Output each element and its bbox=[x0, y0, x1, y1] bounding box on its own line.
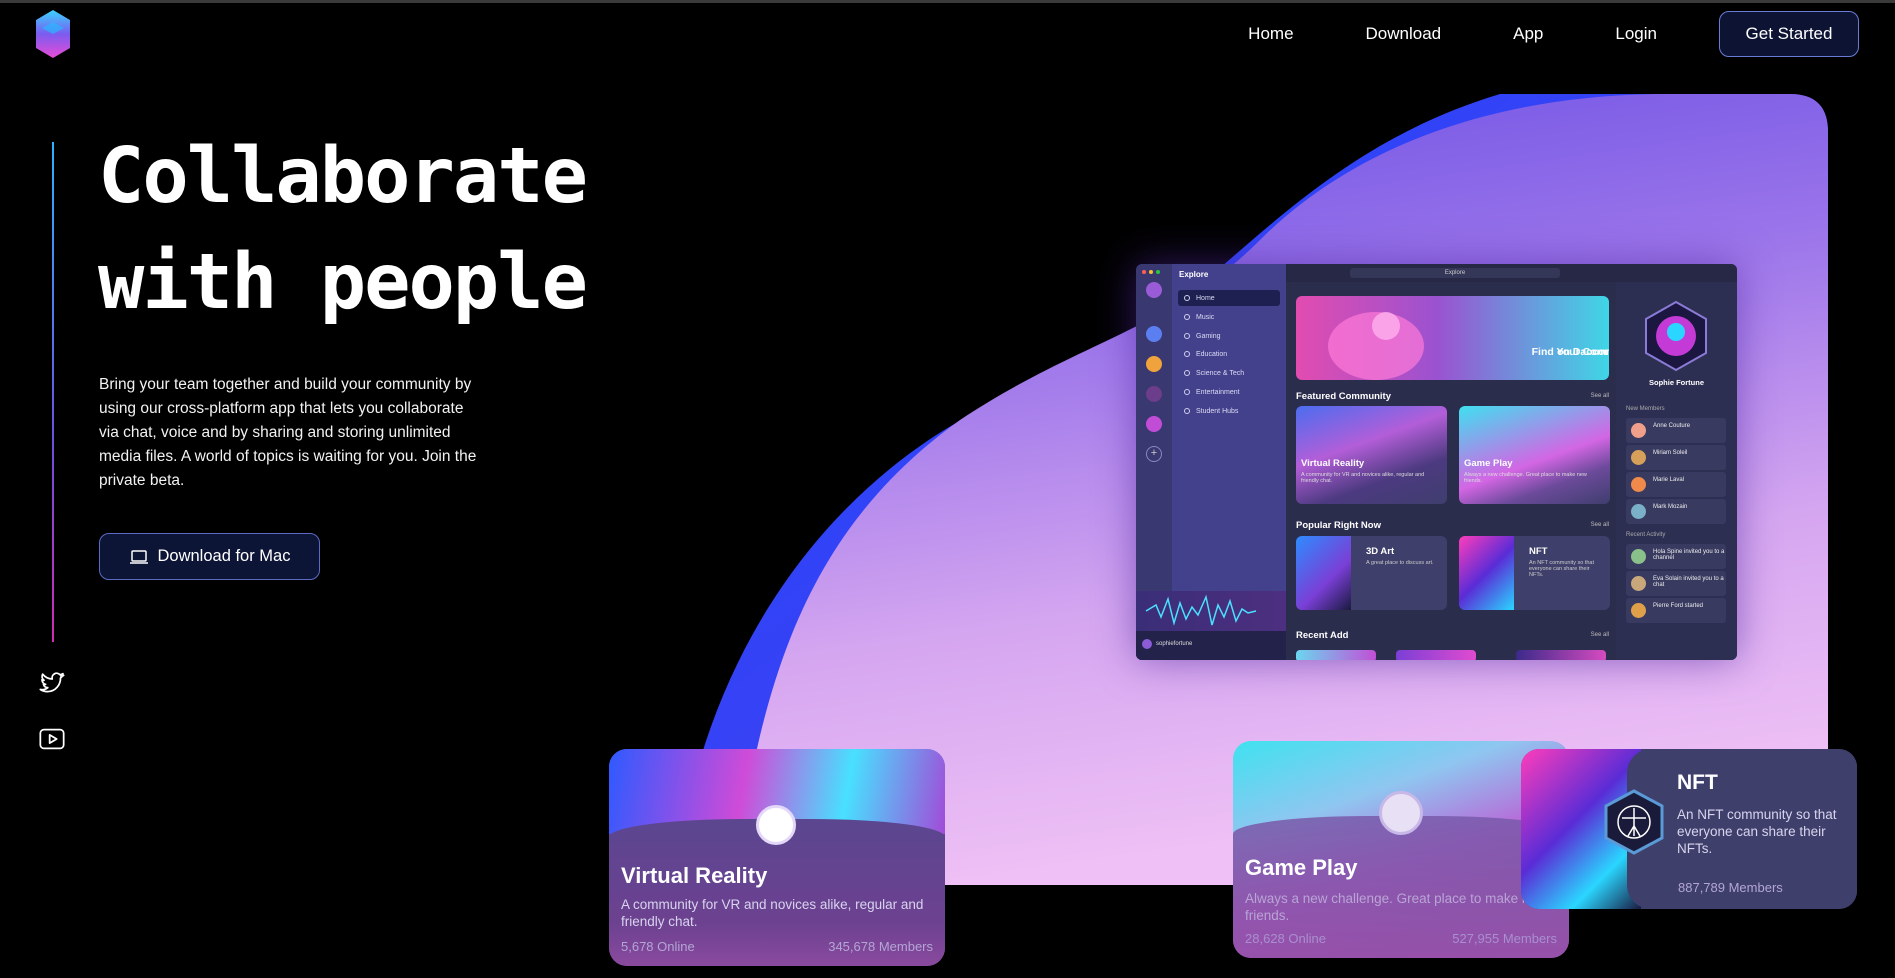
sidebar-item-music[interactable]: Music bbox=[1178, 309, 1280, 325]
community-banner[interactable]: Find Your Communityon Daccord bbox=[1296, 296, 1609, 380]
get-started-button[interactable]: Get Started bbox=[1719, 11, 1859, 57]
vr-member-count: 345,678 Members bbox=[828, 939, 933, 954]
member-row[interactable]: Marie Laval bbox=[1626, 472, 1726, 497]
explore-main: Explore Find Your Communityon Daccord Fe… bbox=[1286, 264, 1737, 660]
recent-activity-title: Recent Activity bbox=[1626, 532, 1666, 538]
nft-card-title: NFT bbox=[1677, 771, 1718, 794]
logo-icon[interactable] bbox=[36, 10, 70, 58]
activity-row[interactable]: Eva Solain invited you to a chat bbox=[1626, 571, 1726, 596]
twitter-icon[interactable] bbox=[38, 669, 66, 697]
game-online-count: 28,628 Online bbox=[1245, 931, 1326, 946]
see-all-link[interactable]: See all bbox=[1591, 632, 1609, 638]
nav-download[interactable]: Download bbox=[1366, 24, 1442, 44]
server-icon[interactable] bbox=[1146, 356, 1162, 372]
add-server-icon[interactable]: + bbox=[1146, 446, 1162, 462]
sidebar-item-science-tech[interactable]: Science & Tech bbox=[1178, 365, 1280, 381]
member-row[interactable]: Anne Couture bbox=[1626, 418, 1726, 443]
server-icon[interactable] bbox=[1146, 282, 1162, 298]
nft-avatar-icon bbox=[1604, 789, 1664, 855]
member-row[interactable]: Mark Mozain bbox=[1626, 499, 1726, 524]
profile-panel: Sophie Fortune New Members Anne Couture … bbox=[1616, 282, 1737, 660]
virtual-reality-card[interactable]: Virtual Reality A community for VR and n… bbox=[609, 749, 945, 966]
new-members-title: New Members bbox=[1626, 406, 1665, 412]
app-preview-window: + Explore Home Music Gaming Education Sc… bbox=[1136, 264, 1737, 660]
user-bar: sophiefortune bbox=[1136, 631, 1286, 660]
vr-card-description: A community for VR and novices alike, re… bbox=[621, 897, 924, 929]
activity-row[interactable]: Pierre Ford started bbox=[1626, 598, 1726, 623]
laptop-icon bbox=[129, 549, 148, 564]
nav-app[interactable]: App bbox=[1513, 24, 1543, 44]
game-member-count: 527,955 Members bbox=[1452, 931, 1557, 946]
hero-description: Bring your team together and build your … bbox=[99, 376, 477, 489]
profile-avatar[interactable] bbox=[1640, 300, 1712, 372]
vr-card-title: Virtual Reality bbox=[621, 863, 768, 888]
member-row[interactable]: Miriam Soleil bbox=[1626, 445, 1726, 470]
decorative-vertical-line bbox=[52, 142, 54, 642]
see-all-link[interactable]: See all bbox=[1591, 393, 1609, 399]
youtube-icon[interactable] bbox=[38, 725, 66, 753]
activity-row[interactable]: Hola Spine invited you to a channel bbox=[1626, 544, 1726, 569]
profile-name: Sophie Fortune bbox=[1649, 378, 1704, 387]
server-icon[interactable] bbox=[1146, 326, 1162, 342]
popular-section-title: Popular Right Now bbox=[1296, 520, 1381, 531]
vr-online-count: 5,678 Online bbox=[621, 939, 695, 954]
sidebar-item-gaming[interactable]: Gaming bbox=[1178, 328, 1280, 344]
sidebar-item-entertainment[interactable]: Entertainment bbox=[1178, 384, 1280, 400]
voice-waveform bbox=[1136, 591, 1286, 631]
game-card-title: Game Play bbox=[1245, 855, 1358, 880]
game-avatar bbox=[1379, 791, 1423, 835]
sidebar-item-student-hubs[interactable]: Student Hubs bbox=[1178, 403, 1280, 419]
search-input[interactable]: Explore bbox=[1350, 268, 1560, 278]
recent-section-title: Recent Add bbox=[1296, 630, 1349, 641]
hero-title: Collaborate with people bbox=[98, 132, 588, 327]
sidebar-item-home[interactable]: Home bbox=[1178, 290, 1280, 306]
featured-card[interactable]: Game Play Always a new challenge. Great … bbox=[1459, 406, 1610, 504]
server-icon[interactable] bbox=[1146, 386, 1162, 402]
top-bar: Explore bbox=[1286, 264, 1737, 282]
nft-card[interactable]: NFT An NFT community so that everyone ca… bbox=[1521, 749, 1857, 909]
popular-card[interactable]: NFT An NFT community so that everyone ca… bbox=[1459, 536, 1610, 610]
main-nav: Home Download App Login Get Started bbox=[1248, 11, 1859, 57]
featured-section-title: Featured Community bbox=[1296, 391, 1392, 402]
nft-card-description: An NFT community so that everyone can sh… bbox=[1677, 807, 1837, 856]
sidebar-title: Explore bbox=[1179, 270, 1209, 279]
sidebar-item-education[interactable]: Education bbox=[1178, 346, 1280, 362]
see-all-link[interactable]: See all bbox=[1591, 522, 1609, 528]
username: sophiefortune bbox=[1156, 641, 1193, 647]
server-icon[interactable] bbox=[1146, 416, 1162, 432]
featured-card[interactable]: Virtual Reality A community for VR and n… bbox=[1296, 406, 1447, 504]
nav-login[interactable]: Login bbox=[1615, 24, 1657, 44]
popular-card[interactable]: 3D Art A great place to discuss art. bbox=[1296, 536, 1447, 610]
download-for-mac-button[interactable]: Download for Mac bbox=[99, 533, 320, 580]
nft-member-count: 887,789 Members bbox=[1678, 880, 1783, 895]
vr-avatar bbox=[756, 805, 796, 845]
game-play-card[interactable]: Game Play Always a new challenge. Great … bbox=[1233, 741, 1569, 958]
nav-home[interactable]: Home bbox=[1248, 24, 1293, 44]
download-button-label: Download for Mac bbox=[157, 547, 291, 565]
